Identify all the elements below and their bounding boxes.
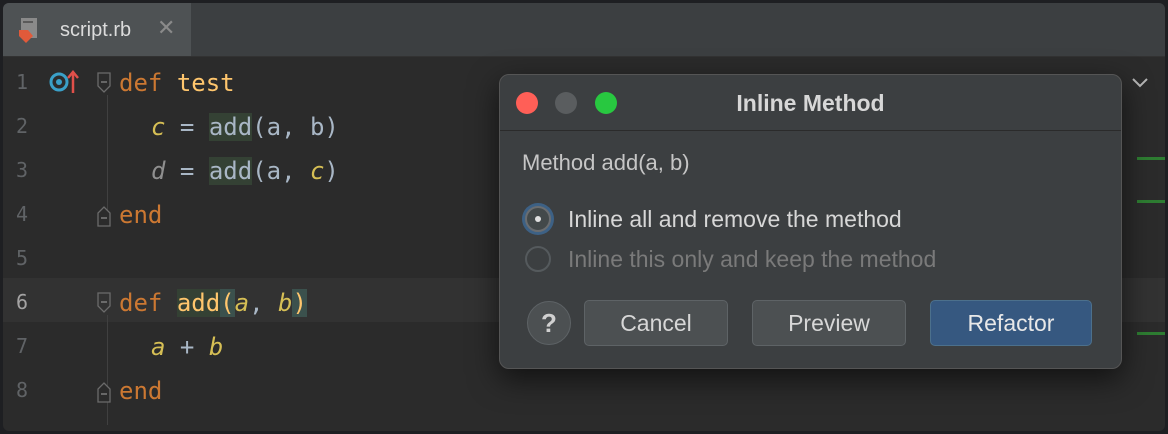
param: b <box>277 289 293 317</box>
line-number: 5 <box>16 246 29 270</box>
keyword: def <box>119 69 163 97</box>
usage-marker[interactable] <box>1137 332 1165 335</box>
refactor-button[interactable]: Refactor <box>930 300 1092 346</box>
close-icon[interactable]: ✕ <box>157 15 175 41</box>
code-line-2: c = add(a, b) <box>151 113 339 141</box>
override-method-icon[interactable] <box>49 69 81 95</box>
radio-inline-this-label: Inline this only and keep the method <box>568 246 937 272</box>
usage-marker[interactable] <box>1137 200 1165 203</box>
line-number: 2 <box>16 114 29 138</box>
paren: ) <box>292 289 307 317</box>
code-line-4: end <box>119 201 162 229</box>
radio-inline-this <box>525 246 551 272</box>
line-number: 7 <box>16 334 29 358</box>
local-variable: d <box>151 157 166 185</box>
line-number: 1 <box>16 70 29 94</box>
radio-inline-all-label[interactable]: Inline all and remove the method <box>568 206 902 233</box>
fold-end-icon[interactable] <box>97 381 111 403</box>
line-number: 4 <box>16 202 29 226</box>
keyword: def <box>119 289 163 317</box>
tab-filename: script.rb <box>60 19 132 41</box>
call-args: (a, b) <box>252 113 339 141</box>
param: a <box>151 333 166 361</box>
keyword: end <box>119 377 163 405</box>
dialog-title: Inline Method <box>736 90 885 116</box>
method-name: test <box>176 69 235 97</box>
code-line-7: a + b <box>151 333 223 361</box>
chevron-down-icon[interactable] <box>1131 73 1149 94</box>
usage-marker[interactable] <box>1137 157 1165 160</box>
editor-window: script.rb ✕ 1 2 3 4 5 6 7 8 def test c =… <box>3 3 1165 431</box>
cancel-button[interactable]: Cancel <box>584 300 728 346</box>
method-call-highlight: add <box>208 113 253 141</box>
fold-start-icon[interactable] <box>97 72 111 94</box>
line-number-active: 6 <box>16 290 29 314</box>
paren: ) <box>324 157 339 185</box>
ruby-file-icon <box>19 18 37 43</box>
fold-end-icon[interactable] <box>97 205 111 227</box>
radio-inline-all[interactable] <box>525 206 551 232</box>
dialog-title-bar[interactable]: Inline Method <box>500 75 1121 131</box>
param: a <box>234 289 250 317</box>
code-line-8: end <box>119 377 162 405</box>
param: b <box>208 333 224 361</box>
local-variable: c <box>309 157 325 185</box>
fold-start-icon[interactable] <box>97 292 111 314</box>
comma: , <box>249 289 278 317</box>
dialog-subtitle: Method add(a, b) <box>522 150 690 175</box>
inline-method-dialog: Inline Method Method add(a, b) Inline al… <box>499 74 1122 369</box>
indent-guide <box>107 315 108 425</box>
code-line-1: def test <box>119 69 235 97</box>
method-name-highlight: add <box>176 289 221 317</box>
tab-script-rb[interactable]: script.rb ✕ <box>3 3 191 56</box>
operator: + <box>165 333 209 361</box>
tab-bar: script.rb ✕ <box>3 3 1165 57</box>
line-number: 8 <box>16 378 29 402</box>
paren: ( <box>220 289 235 317</box>
operator: = <box>165 157 209 185</box>
keyword: end <box>119 201 163 229</box>
call-args: (a, <box>252 157 310 185</box>
code-line-6: def add(a, b) <box>119 289 307 317</box>
local-variable: c <box>151 113 166 141</box>
line-number: 3 <box>16 158 29 182</box>
help-button[interactable]: ? <box>527 301 571 345</box>
indent-guide <box>107 95 108 221</box>
code-line-3: d = add(a, c) <box>151 157 339 185</box>
operator: = <box>165 113 209 141</box>
preview-button[interactable]: Preview <box>752 300 906 346</box>
method-call-highlight: add <box>208 157 253 185</box>
